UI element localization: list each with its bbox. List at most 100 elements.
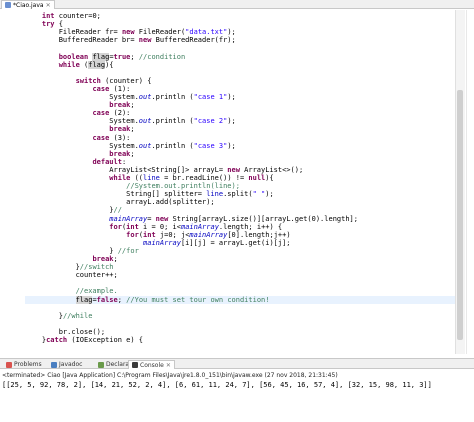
code-text: System.out.println ("case 1"); (25, 93, 236, 101)
code-line[interactable]: 21 try { (25, 20, 455, 28)
code-line[interactable]: 45 mainArray= new String[arrayL.size()][… (25, 215, 455, 223)
code-text: }//while (25, 311, 93, 320)
tab-label: Console (140, 361, 164, 369)
tab-problems[interactable]: Problems (3, 360, 45, 369)
editor-scrollbar-thumb[interactable] (457, 90, 463, 340)
tab-label: Javadoc (59, 361, 83, 368)
code-text: boolean flag=true; //condition (58, 52, 186, 61)
code-line[interactable]: 30 System.out.println ("case 1"); (25, 93, 455, 101)
code-text: br.close(); (25, 327, 106, 336)
console-icon (132, 362, 138, 368)
code-line[interactable]: 41 //System.out.println(line); (25, 182, 455, 190)
code-text: case (2): (92, 109, 131, 118)
code-text: case (1): (92, 84, 131, 93)
code-text: mainArray[i][j] = arrayL.get(i)[j]; (143, 238, 291, 247)
code-text: //example. (75, 287, 118, 296)
code-line[interactable]: 58 (25, 320, 455, 328)
code-text: flag=false; //You must set tour own cond… (75, 295, 270, 304)
javadoc-icon (51, 361, 57, 368)
tab-label: Problems (14, 361, 42, 368)
code-text: }//switch (25, 263, 114, 272)
code-line[interactable]: 23 BufferedReader br= new BufferedReader… (25, 36, 455, 44)
code-line[interactable]: 36 System.out.println ("case 3"); (25, 142, 455, 150)
code-text: System.out.println ("case 3"); (25, 141, 236, 150)
code-line[interactable]: 44 }// (25, 206, 455, 214)
code-text: while ((line = br.readLine()) != null){ (109, 174, 274, 182)
code-line[interactable]: 49 } //for (25, 247, 455, 255)
code-line[interactable]: 20 int counter=0; (25, 12, 455, 20)
code-line[interactable]: 56 (25, 304, 455, 312)
code-text: }catch (IOException e) { (25, 336, 144, 344)
code-line[interactable]: 50 break; (25, 255, 455, 263)
line-number-ruler (0, 10, 24, 354)
code-text: switch (counter) { (75, 76, 152, 85)
code-lines[interactable]: 20 int counter=0;21 try {22 FileReader f… (25, 10, 455, 354)
code-line[interactable]: 42 String[] splitter= line.split(" "); (25, 190, 455, 198)
editor-tab-ciao-java[interactable]: *Ciao.java ✕ (1, 0, 55, 9)
code-line[interactable]: 52 counter++; (25, 271, 455, 279)
console-status-line: <terminated> Ciao [Java Application] C:\… (2, 372, 338, 379)
code-text: //System.out.println(line); (126, 182, 240, 191)
editor-tab-bar: *Ciao.java ✕ (0, 0, 474, 9)
code-text: }// (25, 206, 122, 215)
code-line[interactable]: 43 arrayL.add(splitter); (25, 198, 455, 206)
code-line[interactable]: 48 mainArray[i][j] = arrayL.get(i)[j]; (25, 239, 455, 247)
code-text: mainArray= new String[arrayL.size()][arr… (109, 214, 358, 223)
code-text: int counter=0; (41, 12, 101, 20)
code-text: } //for (25, 246, 139, 255)
code-text: case (3): (92, 133, 131, 142)
code-text: for(int i = 0; i<mainArray.length; i++) … (109, 222, 283, 231)
code-line[interactable]: 26 while (flag){ (25, 60, 455, 69)
code-line[interactable]: 34 break; (25, 125, 455, 133)
code-line[interactable]: 22 FileReader fr= new FileReader("data.t… (25, 28, 455, 36)
code-line[interactable]: 35 case (3): (25, 134, 455, 142)
overview-ruler (466, 10, 474, 354)
code-line[interactable]: 57 }//while (25, 312, 455, 320)
close-tab-icon[interactable]: ✕ (46, 2, 51, 9)
code-line[interactable]: 27 (25, 69, 455, 77)
code-text: try { (41, 20, 63, 29)
code-editor[interactable]: 20 int counter=0;21 try {22 FileReader f… (0, 10, 474, 354)
code-line[interactable]: 40 while ((line = br.readLine()) != null… (25, 174, 455, 182)
code-text: BufferedReader br= new BufferedReader(fr… (25, 36, 236, 45)
tab-javadoc[interactable]: Javadoc (48, 360, 85, 369)
problems-icon (6, 361, 12, 368)
code-line[interactable]: 33 System.out.println ("case 2"); (25, 117, 455, 125)
code-text: default: (92, 157, 127, 166)
code-text: counter++; (25, 271, 118, 280)
code-line[interactable]: 25 boolean flag=true; //condition (25, 52, 455, 61)
code-text: String[] splitter= line.split(" "); (25, 190, 274, 199)
code-line[interactable]: 59 br.close(); (25, 328, 455, 336)
code-text: break; (92, 255, 118, 263)
code-line[interactable]: 46 for(int i = 0; i<mainArray.length; i+… (25, 223, 455, 231)
declaration-icon (98, 361, 104, 368)
code-line[interactable]: 53 (25, 279, 455, 287)
code-line[interactable]: 32 case (2): (25, 109, 455, 117)
code-line[interactable]: 47 for(int j=0; j<mainArray[0].length;j+… (25, 231, 455, 239)
code-text: break; (109, 101, 135, 110)
code-line[interactable]: 54 //example. (25, 287, 455, 295)
code-text: break; (109, 149, 135, 158)
bottom-panel-tabs: Problems Javadoc Declaration Console ✕ (0, 358, 474, 369)
code-line[interactable]: 24 (25, 44, 455, 52)
code-line[interactable]: 39 ArrayList<String[]> arrayL= new Array… (25, 166, 455, 174)
code-line[interactable]: 31 break; (25, 101, 455, 109)
code-line[interactable]: 51 }//switch (25, 263, 455, 271)
code-line[interactable]: 29 case (1): (25, 85, 455, 93)
code-text: System.out.println ("case 2"); (25, 117, 236, 126)
code-line[interactable]: 60 }catch (IOException e) { (25, 336, 455, 344)
code-line[interactable]: 37 break; (25, 150, 455, 158)
console-output: [[25, 5, 92, 78, 2], [14, 21, 52, 2, 4],… (2, 381, 432, 389)
editor-tab-title: *Ciao.java (13, 1, 44, 9)
code-line[interactable]: 38 default: (25, 158, 455, 166)
code-text: arrayL.add(splitter); (25, 198, 215, 207)
code-text: for(int j=0; j<mainArray[0].length;j++) (126, 230, 291, 239)
code-line[interactable]: 55 flag=false; //You must set tour own c… (25, 295, 455, 304)
code-line[interactable]: 28 switch (counter) { (25, 77, 455, 85)
code-text: ArrayList<String[]> arrayL= new ArrayLis… (25, 165, 304, 174)
close-console-icon[interactable]: ✕ (166, 362, 171, 369)
code-text: FileReader fr= new FileReader("data.txt"… (25, 28, 236, 37)
java-file-icon (5, 2, 11, 8)
tab-console[interactable]: Console ✕ (128, 360, 175, 369)
code-text: break; (109, 125, 135, 134)
